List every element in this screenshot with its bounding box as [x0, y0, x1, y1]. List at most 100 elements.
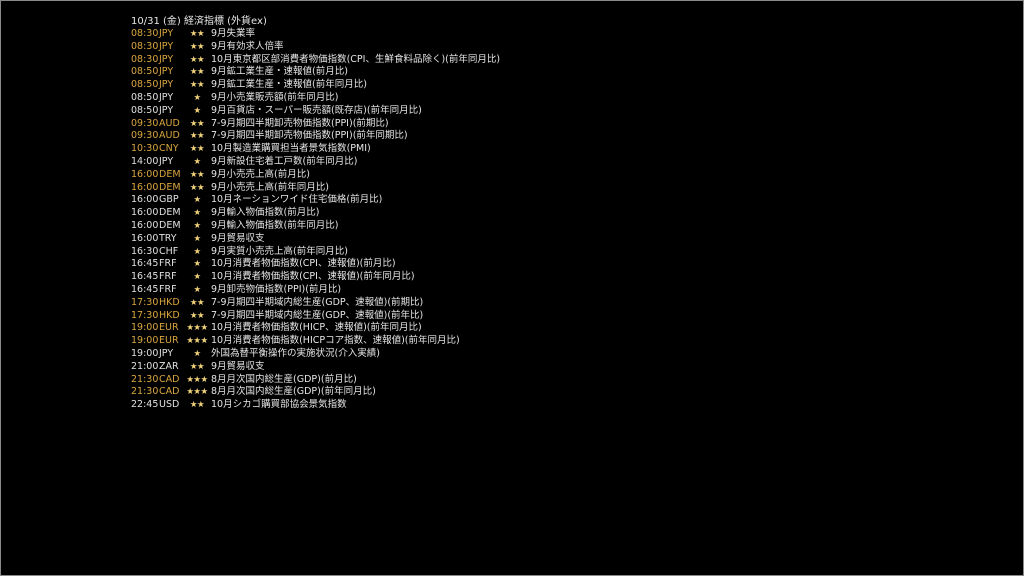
event-name: 10月消費者物価指数(HICP、速報値)(前年同月比) — [211, 322, 422, 334]
importance-stars: ★★ — [189, 361, 205, 372]
event-time: 08:30 — [131, 53, 159, 65]
event-currency: ZAR — [159, 360, 179, 372]
list-item: 08:50 JPY ★ 9月小売業販売額(前年同月比) — [131, 92, 500, 105]
event-currency: DEM — [159, 168, 181, 180]
importance-stars: ★ — [193, 272, 201, 283]
event-name: 9月輸入物価指数(前年同月比) — [211, 219, 339, 231]
event-time: 16:00 — [131, 207, 159, 219]
importance-stars: ★★ — [189, 131, 205, 142]
event-currency: DEM — [159, 207, 181, 219]
event-name: 7-9月期四半期卸売物価指数(PPI)(前年同期比) — [211, 130, 408, 142]
event-name: 9月鉱工業生産・速報値(前月比) — [211, 66, 348, 78]
event-time: 10:30 — [131, 143, 159, 155]
importance-stars: ★★★ — [186, 374, 208, 385]
event-name: 9月貿易収支 — [211, 360, 265, 372]
event-name: 9月有効求人倍率 — [211, 40, 284, 52]
event-currency: CAD — [159, 386, 180, 398]
event-time: 19:00 — [131, 322, 159, 334]
economic-calendar-list: 08:30 JPY ★★ 9月失業率 08:30 JPY ★★ 9月有効求人倍率 08:30 JP… — [131, 28, 500, 412]
list-item: 09:30 AUD ★★ 7-9月期四半期卸売物価指数(PPI)(前年同期比) — [131, 130, 500, 143]
list-item: 17:30 HKD ★★ 7-9月期四半期域内総生産(GDP、速報値)(前期比) — [131, 297, 500, 310]
list-item: 21:00 ZAR ★★ 9月貿易収支 — [131, 361, 500, 374]
list-item: 19:00 JPY ★ 外国為替平衡操作の実施状況(介入実績) — [131, 348, 500, 361]
event-name: 10月製造業購買担当者景気指数(PMI) — [211, 143, 371, 155]
list-item: 09:30 AUD ★★ 7-9月期四半期卸売物価指数(PPI)(前期比) — [131, 118, 500, 131]
importance-stars: ★★★ — [186, 387, 208, 398]
event-currency: USD — [159, 399, 180, 411]
list-item: 16:00 DEM ★★ 9月小売売上高(前月比) — [131, 169, 500, 182]
event-currency: CAD — [159, 373, 180, 385]
event-name: 8月月次国内総生産(GDP)(前年同月比) — [211, 386, 376, 398]
event-name: 8月月次国内総生産(GDP)(前月比) — [211, 373, 357, 385]
event-name: 9月小売売上高(前月比) — [211, 168, 310, 180]
event-currency: EUR — [159, 335, 179, 347]
event-currency: JPY — [159, 28, 174, 39]
event-name: 7-9月期四半期卸売物価指数(PPI)(前期比) — [211, 117, 389, 129]
list-item: 08:50 JPY ★★ 9月鉱工業生産・速報値(前年同月比) — [131, 79, 500, 92]
importance-stars: ★★ — [189, 297, 205, 308]
importance-stars: ★ — [193, 220, 201, 231]
event-currency: FRF — [159, 271, 177, 283]
event-time: 21:00 — [131, 360, 159, 372]
event-time: 16:00 — [131, 232, 159, 244]
event-name: 10月消費者物価指数(CPI、速報値)(前年同月比) — [211, 271, 415, 283]
importance-stars: ★★ — [189, 29, 205, 39]
list-item: 08:30 JPY ★★ 9月有効求人倍率 — [131, 41, 500, 54]
list-item: 19:00 EUR ★★★ 10月消費者物価指数(HICPコア指数、速報値)(前年同月… — [131, 335, 500, 348]
event-currency: AUD — [159, 130, 180, 142]
importance-stars: ★★ — [189, 182, 205, 193]
list-item: 16:30 CHF ★ 9月実質小売売上高(前年同月比) — [131, 246, 500, 259]
event-time: 08:50 — [131, 66, 159, 78]
event-name: 7-9月期四半期域内総生産(GDP、速報値)(前年比) — [211, 309, 424, 321]
event-name: 9月小売業販売額(前年同月比) — [211, 91, 339, 103]
importance-stars: ★★ — [189, 169, 205, 180]
list-item: 22:45 USD ★★ 10月シカゴ購買部協会景気指数 — [131, 399, 500, 412]
list-item: 21:30 CAD ★★★ 8月月次国内総生産(GDP)(前月比) — [131, 374, 500, 387]
event-currency: JPY — [159, 66, 174, 78]
list-item: 16:45 FRF ★ 10月消費者物価指数(CPI、速報値)(前月比) — [131, 258, 500, 271]
event-name: 9月輸入物価指数(前月比) — [211, 207, 320, 219]
event-currency: JPY — [159, 104, 174, 116]
event-name: 10月ネーションワイド住宅価格(前月比) — [211, 194, 383, 206]
importance-stars: ★ — [193, 105, 201, 116]
event-time: 09:30 — [131, 117, 159, 129]
importance-stars: ★★ — [189, 54, 205, 65]
importance-stars: ★ — [193, 233, 201, 244]
event-currency: FRF — [159, 283, 177, 295]
event-name: 外国為替平衡操作の実施状況(介入実績) — [211, 347, 380, 359]
event-time: 08:30 — [131, 40, 159, 52]
list-item: 14:00 JPY ★ 9月新設住宅着工戸数(前年同月比) — [131, 156, 500, 169]
event-currency: JPY — [159, 40, 174, 52]
importance-stars: ★ — [193, 246, 201, 257]
importance-stars: ★ — [193, 156, 201, 167]
event-time: 17:30 — [131, 296, 159, 308]
event-name: 9月失業率 — [211, 28, 256, 39]
event-currency: CNY — [159, 143, 179, 155]
list-item: 08:30 JPY ★★ 10月東京都区部消費者物価指数(CPI、生鮮食料品除く)(前… — [131, 54, 500, 67]
event-currency: JPY — [159, 155, 174, 167]
event-currency: EUR — [159, 322, 179, 334]
event-currency: FRF — [159, 258, 177, 270]
event-currency: JPY — [159, 91, 174, 103]
event-time: 16:45 — [131, 258, 159, 270]
event-time: 09:30 — [131, 130, 159, 142]
list-item: 16:45 FRF ★ 10月消費者物価指数(CPI、速報値)(前年同月比) — [131, 271, 500, 284]
importance-stars: ★ — [193, 348, 201, 359]
event-name: 9月卸売物価指数(PPI)(前月比) — [211, 283, 342, 295]
event-currency: AUD — [159, 117, 180, 129]
event-currency: DEM — [159, 181, 181, 193]
screen-frame: 10/31 (金) 経済指標 (外貨ex) 08:30 JPY ★★ 9月失業率 08:… — [0, 0, 1024, 576]
event-time: 17:30 — [131, 309, 159, 321]
importance-stars: ★★★ — [186, 323, 208, 334]
list-item: 08:50 JPY ★ 9月百貨店・スーパー販売額(既存店)(前年同月比) — [131, 105, 500, 118]
importance-stars: ★★ — [189, 144, 205, 155]
event-currency: GBP — [159, 194, 179, 206]
list-item: 08:50 JPY ★★ 9月鉱工業生産・速報値(前月比) — [131, 66, 500, 79]
event-currency: CHF — [159, 245, 179, 257]
list-item: 21:30 CAD ★★★ 8月月次国内総生産(GDP)(前年同月比) — [131, 386, 500, 399]
event-time: 08:30 — [131, 28, 159, 39]
event-time: 08:50 — [131, 79, 159, 91]
event-name: 7-9月期四半期域内総生産(GDP、速報値)(前期比) — [211, 296, 424, 308]
importance-stars: ★ — [193, 208, 201, 219]
event-time: 16:30 — [131, 245, 159, 257]
